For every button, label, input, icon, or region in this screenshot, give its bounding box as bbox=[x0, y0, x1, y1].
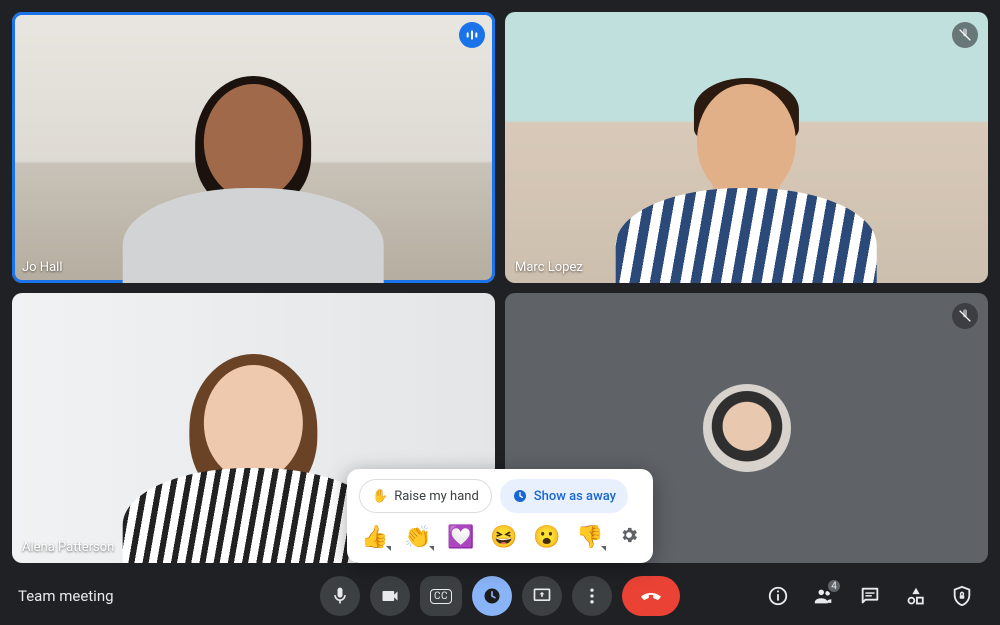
hangup-icon bbox=[639, 584, 663, 608]
participant-tile[interactable]: Jo Hall bbox=[12, 12, 495, 283]
more-vert-icon bbox=[582, 586, 602, 606]
reaction-thumbs-down[interactable]: 👎 bbox=[576, 527, 603, 549]
raise-hand-button[interactable]: ✋ Raise my hand bbox=[359, 479, 492, 513]
mic-button[interactable] bbox=[320, 576, 360, 616]
show-as-away-label: Show as away bbox=[534, 489, 616, 504]
leave-call-button[interactable] bbox=[622, 576, 680, 616]
call-controls: CC bbox=[320, 576, 680, 616]
shield-lock-icon bbox=[951, 585, 973, 607]
microphone-icon bbox=[330, 586, 350, 606]
skintone-caret-icon bbox=[429, 546, 434, 551]
raise-hand-label: Raise my hand bbox=[394, 489, 479, 504]
participant-tile[interactable]: Marc Lopez bbox=[505, 12, 988, 283]
reaction-settings-button[interactable] bbox=[619, 525, 639, 551]
bottom-bar: Team meeting CC bbox=[0, 567, 1000, 625]
participant-name: Alena Patterson bbox=[22, 540, 114, 555]
people-button[interactable]: 4 bbox=[804, 576, 844, 616]
captions-button[interactable]: CC bbox=[420, 576, 462, 616]
participant-name: Marc Lopez bbox=[515, 260, 583, 275]
cc-icon: CC bbox=[430, 589, 452, 604]
reaction-clap[interactable]: 👏 bbox=[404, 527, 431, 549]
right-controls: 4 bbox=[758, 576, 982, 616]
meeting-details-button[interactable] bbox=[758, 576, 798, 616]
participant-video bbox=[602, 72, 892, 283]
participant-name: Jo Hall bbox=[22, 260, 62, 275]
reactions-popup: ✋ Raise my hand Show as away 👍 👏 💟 😆 😮 👎 bbox=[347, 469, 653, 563]
speaking-indicator-icon bbox=[459, 22, 485, 48]
hand-icon: ✋ bbox=[372, 489, 388, 504]
present-button[interactable] bbox=[522, 576, 562, 616]
more-options-button[interactable] bbox=[572, 576, 612, 616]
reaction-surprised[interactable]: 😮 bbox=[533, 527, 560, 549]
skintone-caret-icon bbox=[601, 546, 606, 551]
muted-icon bbox=[952, 22, 978, 48]
camera-icon bbox=[380, 586, 400, 606]
clock-icon bbox=[512, 488, 528, 504]
avatar bbox=[703, 384, 791, 472]
meet-app: Jo Hall Marc Lopez Alena Patterson bbox=[0, 0, 1000, 625]
muted-icon bbox=[952, 303, 978, 329]
chat-button[interactable] bbox=[850, 576, 890, 616]
reaction-thumbs-up[interactable]: 👍 bbox=[361, 527, 388, 549]
people-count-badge: 4 bbox=[826, 578, 842, 594]
clock-icon bbox=[482, 586, 502, 606]
present-screen-icon bbox=[532, 586, 552, 606]
camera-button[interactable] bbox=[370, 576, 410, 616]
activities-button[interactable] bbox=[896, 576, 936, 616]
reaction-laugh[interactable]: 😆 bbox=[490, 527, 517, 549]
gear-icon bbox=[619, 525, 639, 545]
skintone-caret-icon bbox=[386, 546, 391, 551]
info-icon bbox=[767, 585, 789, 607]
shapes-icon bbox=[905, 585, 927, 607]
participant-video bbox=[109, 72, 399, 283]
host-controls-button[interactable] bbox=[942, 576, 982, 616]
reaction-heart[interactable]: 💟 bbox=[447, 527, 474, 549]
reactions-button[interactable] bbox=[472, 576, 512, 616]
show-as-away-button[interactable]: Show as away bbox=[500, 479, 628, 513]
meeting-title: Team meeting bbox=[18, 587, 114, 605]
chat-icon bbox=[859, 585, 881, 607]
